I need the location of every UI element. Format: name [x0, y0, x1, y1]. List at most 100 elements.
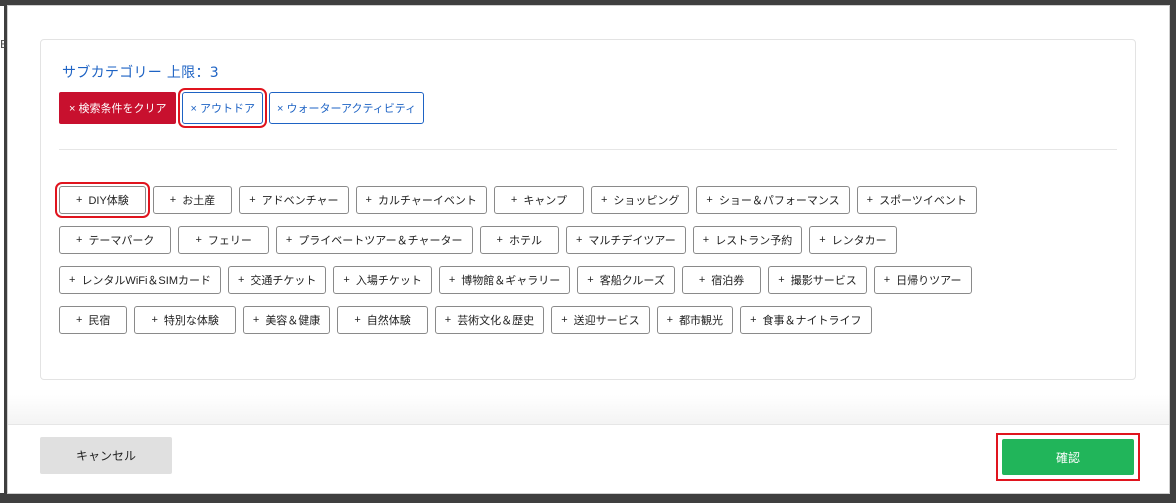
category-chip-label: 送迎サービス: [573, 315, 640, 327]
plus-icon: +: [76, 234, 83, 246]
plus-icon: +: [587, 274, 594, 286]
category-chip[interactable]: + スポーツイベント: [856, 186, 977, 214]
category-chip[interactable]: + お土産: [152, 186, 233, 214]
category-chip[interactable]: + 民宿: [59, 306, 128, 334]
category-chip[interactable]: + 送迎サービス: [551, 306, 650, 334]
plus-icon: +: [76, 314, 83, 326]
plus-icon: +: [819, 234, 826, 246]
selected-filters: × 検索条件をクリア × アウトドア × ウォーターアクティビティ: [59, 88, 425, 128]
category-chip-label: レンタカー: [831, 235, 887, 247]
plus-icon: +: [750, 314, 757, 326]
category-chip[interactable]: + プライベートツアー＆チャーター: [275, 226, 473, 254]
divider: [59, 149, 1117, 150]
plus-icon: +: [698, 274, 706, 286]
plus-icon: +: [444, 314, 452, 326]
category-chip-label: ホテル: [508, 235, 542, 247]
category-chip[interactable]: + 撮影サービス: [768, 266, 867, 294]
plus-icon: +: [575, 234, 583, 246]
subcategory-title: サブカテゴリー 上限：3: [62, 65, 219, 81]
category-chip[interactable]: + アドベンチャー: [239, 186, 349, 214]
clear-filters-button[interactable]: × 検索条件をクリア: [59, 92, 177, 124]
category-chip[interactable]: + ショッピング: [590, 186, 690, 214]
category-chip-label: 宿泊券: [711, 275, 745, 287]
category-chip-label: 自然体験: [366, 315, 411, 327]
plus-icon: +: [151, 314, 158, 326]
category-chip-label: 交通チケット: [250, 275, 317, 287]
category-chip[interactable]: + 美容＆健康: [242, 306, 331, 334]
background-glyph: B: [0, 38, 8, 51]
category-chip[interactable]: + レストラン予約: [692, 226, 803, 254]
category-chip[interactable]: + ショー＆パフォーマンス: [696, 186, 850, 214]
category-chip-label: 食事＆ナイトライフ: [762, 315, 862, 327]
category-row: + テーマパーク + フェリー + プライベートツアー＆チャーター + ホテル + マルチデイツア…: [59, 226, 1129, 254]
category-chip[interactable]: + 自然体験: [337, 306, 428, 334]
plus-icon: +: [666, 314, 674, 326]
category-chip[interactable]: + カルチャーイベント: [355, 186, 487, 214]
category-chip[interactable]: + 博物館＆ギャラリー: [438, 266, 571, 294]
category-chip[interactable]: + 宿泊券: [681, 266, 762, 294]
category-chip-label: レストラン予約: [715, 235, 793, 247]
category-chip[interactable]: + マルチデイツアー: [565, 226, 686, 254]
category-chip[interactable]: + テーマパーク: [59, 226, 172, 254]
frame-bottom: [0, 493, 1176, 503]
category-chip-label: 都市観光: [679, 315, 724, 327]
category-chip-label: アドベンチャー: [261, 195, 339, 207]
category-chip-label: 美容＆健康: [265, 315, 321, 327]
confirm-highlight: 確認: [996, 433, 1140, 481]
plus-icon: +: [249, 194, 256, 206]
confirm-button[interactable]: 確認: [1002, 439, 1134, 475]
plus-icon: +: [365, 194, 372, 206]
category-chip-label: 芸術文化＆歴史: [457, 315, 535, 327]
plus-icon: +: [778, 274, 785, 286]
category-chip[interactable]: + レンタカー: [809, 226, 897, 254]
subcategory-panel: サブカテゴリー 上限：3 × 検索条件をクリア × アウトドア × ウォーターア…: [40, 39, 1136, 380]
category-chip-label: お土産: [182, 195, 216, 207]
category-chip[interactable]: + レンタルWiFi＆SIMカード: [59, 266, 221, 294]
plus-icon: +: [448, 274, 456, 286]
selected-chip-water-activity[interactable]: × ウォーターアクティビティ: [268, 92, 425, 124]
cancel-button[interactable]: キャンセル: [40, 437, 172, 474]
category-chip[interactable]: + フェリー: [178, 226, 269, 254]
plus-icon: +: [706, 194, 713, 206]
category-chip-label: レンタルWiFi＆SIMカード: [81, 275, 211, 287]
category-chip-label: DIY体験: [88, 195, 129, 207]
category-chip-label: ショッピング: [613, 195, 680, 207]
plus-icon: +: [285, 234, 293, 246]
plus-icon: +: [510, 194, 518, 206]
plus-icon: +: [76, 194, 83, 206]
category-chip[interactable]: + 入場チケット: [333, 266, 432, 294]
category-chip-label: 博物館＆ギャラリー: [461, 275, 561, 287]
category-chip[interactable]: + 芸術文化＆歴史: [434, 306, 545, 334]
category-chip[interactable]: + 都市観光: [656, 306, 734, 334]
category-chip-label: マルチデイツアー: [588, 235, 676, 247]
category-chip-label: テーマパーク: [88, 235, 155, 247]
category-chip-label: 民宿: [88, 315, 111, 327]
category-chip[interactable]: + 客船クルーズ: [577, 266, 675, 294]
category-chip-list: + DIY体験 + お土産 + アドベンチャー + カルチャーイベント + キャンプ + ショッピング…: [55, 182, 1129, 346]
category-chip[interactable]: + キャンプ: [493, 186, 584, 214]
category-chip[interactable]: + 交通チケット: [227, 266, 327, 294]
plus-icon: +: [866, 194, 874, 206]
category-chip-label: キャンプ: [523, 195, 567, 207]
plus-icon: +: [69, 274, 76, 286]
plus-icon: +: [252, 314, 260, 326]
category-chip-label: 撮影サービス: [790, 275, 857, 287]
plus-icon: +: [195, 234, 202, 246]
category-chip[interactable]: + 食事＆ナイトライフ: [740, 306, 872, 334]
plus-icon: +: [343, 274, 350, 286]
category-chip[interactable]: + 日帰りツアー: [873, 266, 972, 294]
plus-icon: +: [354, 314, 361, 326]
selected-chip-outdoor[interactable]: × アウトドア: [178, 88, 267, 128]
category-chip-label: プライベートツアー＆チャーター: [298, 235, 463, 247]
category-row: + 民宿 + 特別な体験 + 美容＆健康 + 自然体験 + 芸術文化＆歴史 + 送迎サービス + 都市観光…: [59, 306, 1129, 334]
category-chip[interactable]: + 特別な体験: [134, 306, 236, 334]
plus-icon: +: [169, 194, 177, 206]
frame-right: [1169, 0, 1176, 503]
category-chip-label: スポーツイベント: [879, 195, 967, 207]
plus-icon: +: [496, 234, 503, 246]
category-row: + DIY体験 + お土産 + アドベンチャー + カルチャーイベント + キャンプ + ショッピング…: [55, 182, 1129, 218]
category-chip-label: フェリー: [207, 235, 252, 247]
category-chip[interactable]: + ホテル: [479, 226, 559, 254]
category-chip[interactable]: + DIY体験: [55, 182, 150, 218]
plus-icon: +: [702, 234, 710, 246]
